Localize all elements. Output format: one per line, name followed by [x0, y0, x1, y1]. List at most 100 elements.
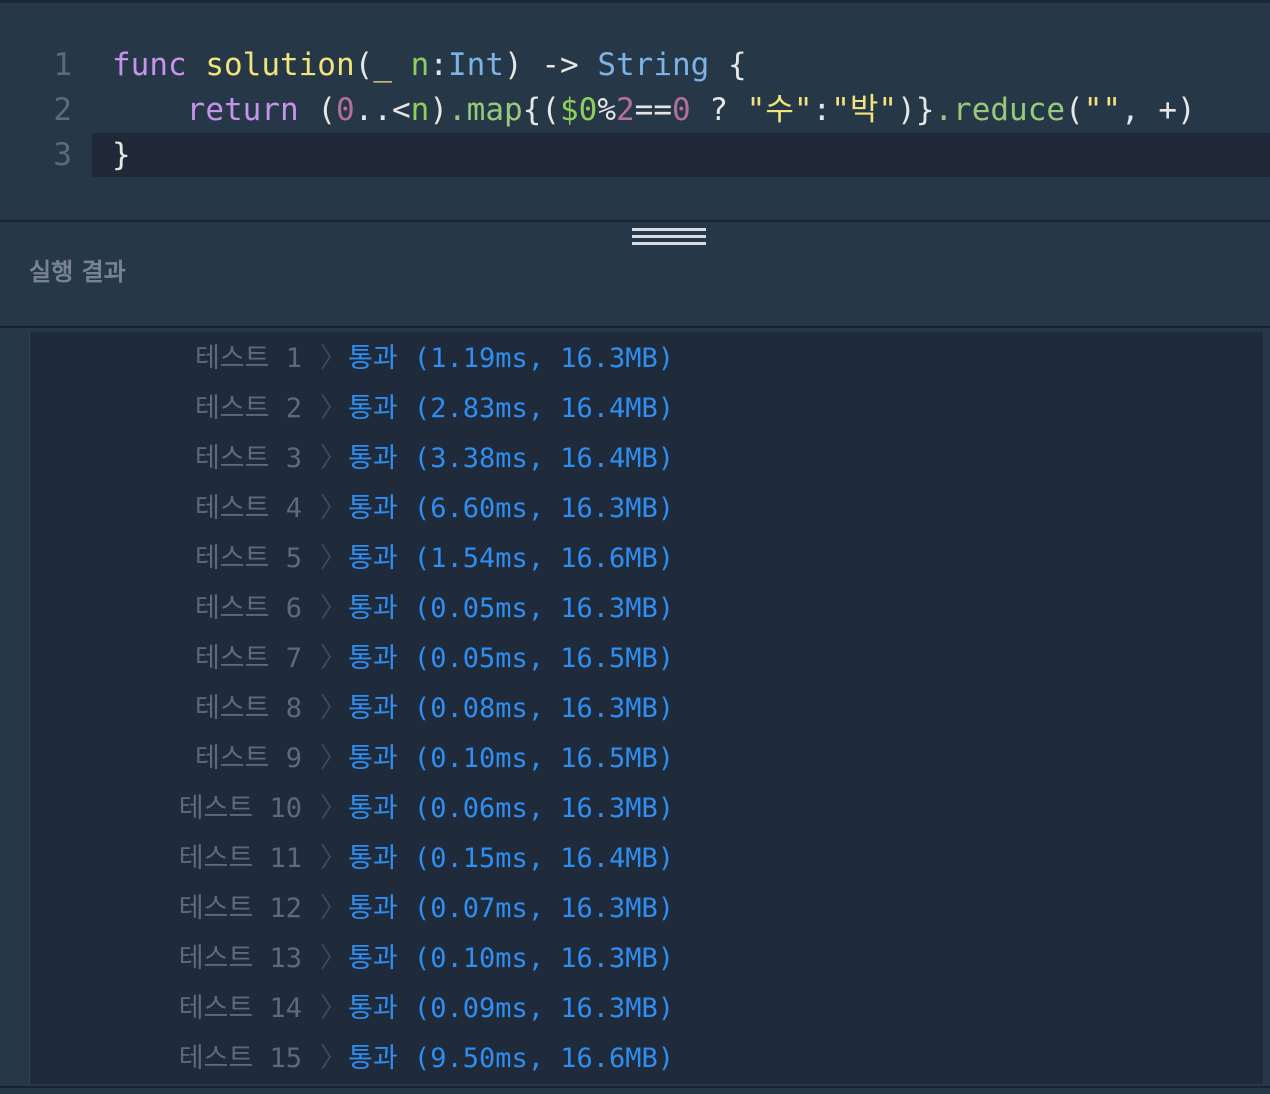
result-row: 테스트 8 〉 통과 (0.08ms, 16.3MB)	[30, 684, 1263, 734]
code-token: :	[812, 92, 832, 128]
test-label: 테스트 4	[194, 493, 302, 524]
code-token: (	[317, 92, 336, 128]
code-token: +)	[1158, 92, 1196, 128]
code-token: (	[354, 47, 374, 83]
results-list[interactable]: 테스트 1 〉 통과 (1.19ms, 16.3MB) 테스트 2 〉 통과 (2.83m…	[29, 332, 1263, 1084]
test-label: 테스트 14	[178, 993, 302, 1024]
test-status: 통과 (0.08ms, 16.3MB)	[348, 693, 675, 724]
code-line-2[interactable]: return (0..<n).map{($0%2==0 ? "수":"박")}.…	[112, 88, 1196, 132]
chevron-right-icon: 〉	[320, 543, 347, 574]
test-label: 테스트 15	[178, 1043, 302, 1074]
code-token: ,	[1121, 92, 1140, 128]
test-status: 통과 (0.09ms, 16.3MB)	[348, 993, 675, 1024]
test-status: 통과 (0.15ms, 16.4MB)	[348, 843, 675, 874]
test-status: 통과 (9.50ms, 16.6MB)	[348, 1043, 675, 1074]
test-label: 테스트 10	[178, 793, 302, 824]
app-root: 1 func solution(_ n:Int) -> String { 2 r…	[0, 0, 1270, 1094]
code-token: n	[410, 92, 430, 128]
code-token: ""	[1083, 92, 1122, 128]
code-token: "박"	[831, 92, 898, 128]
chevron-right-icon: 〉	[320, 793, 347, 824]
code-token: ==	[634, 92, 672, 128]
test-label: 테스트 13	[178, 943, 302, 974]
test-label: 테스트 3	[194, 443, 302, 474]
result-row: 테스트 12 〉 통과 (0.07ms, 16.3MB)	[30, 884, 1263, 934]
code-token: $0	[559, 92, 598, 128]
test-label: 테스트 1	[194, 343, 302, 374]
result-row: 테스트 14 〉 통과 (0.09ms, 16.3MB)	[30, 984, 1263, 1034]
chevron-right-icon: 〉	[320, 493, 347, 524]
test-status: 통과 (6.60ms, 16.3MB)	[348, 493, 675, 524]
test-label: 테스트 2	[194, 393, 302, 424]
test-label: 테스트 12	[178, 893, 302, 924]
code-token: :	[429, 47, 448, 83]
code-token: ?	[709, 92, 728, 128]
code-token: )	[504, 47, 523, 83]
code-token: solution	[205, 47, 355, 83]
code-token: n	[410, 47, 430, 83]
code-token: return	[186, 92, 299, 128]
code-token: )}	[897, 92, 935, 128]
code-token: .map	[448, 92, 523, 128]
result-divider	[0, 326, 1270, 328]
chevron-right-icon: 〉	[320, 843, 347, 874]
code-token: Int	[448, 47, 504, 83]
result-row: 테스트 3 〉 통과 (3.38ms, 16.4MB)	[30, 434, 1263, 484]
panel-divider	[0, 220, 1270, 222]
test-label: 테스트 7	[194, 643, 302, 674]
result-row: 테스트 10 〉 통과 (0.06ms, 16.3MB)	[30, 784, 1263, 834]
result-row: 테스트 4 〉 통과 (6.60ms, 16.3MB)	[30, 484, 1263, 534]
test-status: 통과 (0.10ms, 16.3MB)	[348, 943, 675, 974]
test-status: 통과 (1.19ms, 16.3MB)	[348, 343, 675, 374]
code-token: (	[1065, 92, 1084, 128]
result-row: 테스트 11 〉 통과 (0.15ms, 16.4MB)	[30, 834, 1263, 884]
result-row: 테스트 1 〉 통과 (1.19ms, 16.3MB)	[30, 334, 1263, 384]
chevron-right-icon: 〉	[320, 593, 347, 624]
code-token: )	[429, 92, 448, 128]
result-row: 테스트 7 〉 통과 (0.05ms, 16.5MB)	[30, 634, 1263, 684]
line-number: 2	[53, 92, 72, 128]
chevron-right-icon: 〉	[320, 943, 347, 974]
code-token: 0	[335, 92, 355, 128]
code-token: {(	[522, 92, 560, 128]
code-token: func	[112, 47, 187, 83]
code-token: {	[728, 47, 747, 83]
code-editor[interactable]: 1 func solution(_ n:Int) -> String { 2 r…	[0, 3, 1270, 220]
test-status: 통과 (0.05ms, 16.3MB)	[348, 593, 675, 624]
resize-handle-icon[interactable]	[632, 228, 706, 248]
result-row: 테스트 13 〉 통과 (0.10ms, 16.3MB)	[30, 934, 1263, 984]
result-row: 테스트 2 〉 통과 (2.83ms, 16.4MB)	[30, 384, 1263, 434]
test-status: 통과 (0.07ms, 16.3MB)	[348, 893, 675, 924]
line-number: 3	[53, 137, 72, 173]
test-status: 통과 (2.83ms, 16.4MB)	[348, 393, 675, 424]
code-token: 0	[671, 92, 691, 128]
chevron-right-icon: 〉	[320, 693, 347, 724]
test-label: 테스트 9	[194, 743, 302, 774]
test-status: 통과 (1.54ms, 16.6MB)	[348, 543, 675, 574]
result-row: 테스트 9 〉 통과 (0.10ms, 16.5MB)	[30, 734, 1263, 784]
code-token: "수"	[746, 92, 813, 128]
code-token: 2	[615, 92, 635, 128]
code-token: String	[597, 47, 710, 83]
code-line-3[interactable]: }	[112, 133, 131, 177]
test-status: 통과 (0.06ms, 16.3MB)	[348, 793, 675, 824]
result-row: 테스트 15 〉 통과 (9.50ms, 16.6MB)	[30, 1034, 1263, 1084]
test-status: 통과 (3.38ms, 16.4MB)	[348, 443, 675, 474]
chevron-right-icon: 〉	[320, 993, 347, 1024]
chevron-right-icon: 〉	[320, 643, 347, 674]
result-panel-title: 실행 결과	[29, 258, 126, 286]
bottom-border	[0, 1086, 1270, 1094]
result-row: 테스트 5 〉 통과 (1.54ms, 16.6MB)	[30, 534, 1263, 584]
result-row: 테스트 6 〉 통과 (0.05ms, 16.3MB)	[30, 584, 1263, 634]
code-token: }	[112, 137, 131, 173]
test-status: 통과 (0.10ms, 16.5MB)	[348, 743, 675, 774]
active-line-highlight	[92, 133, 1270, 177]
code-token: ->	[541, 47, 579, 83]
chevron-right-icon: 〉	[320, 1043, 347, 1074]
code-token: ..<	[354, 92, 411, 128]
chevron-right-icon: 〉	[320, 443, 347, 474]
chevron-right-icon: 〉	[320, 393, 347, 424]
code-token: .reduce	[934, 92, 1066, 128]
code-line-1[interactable]: func solution(_ n:Int) -> String {	[112, 43, 747, 87]
code-token: _	[373, 47, 392, 83]
